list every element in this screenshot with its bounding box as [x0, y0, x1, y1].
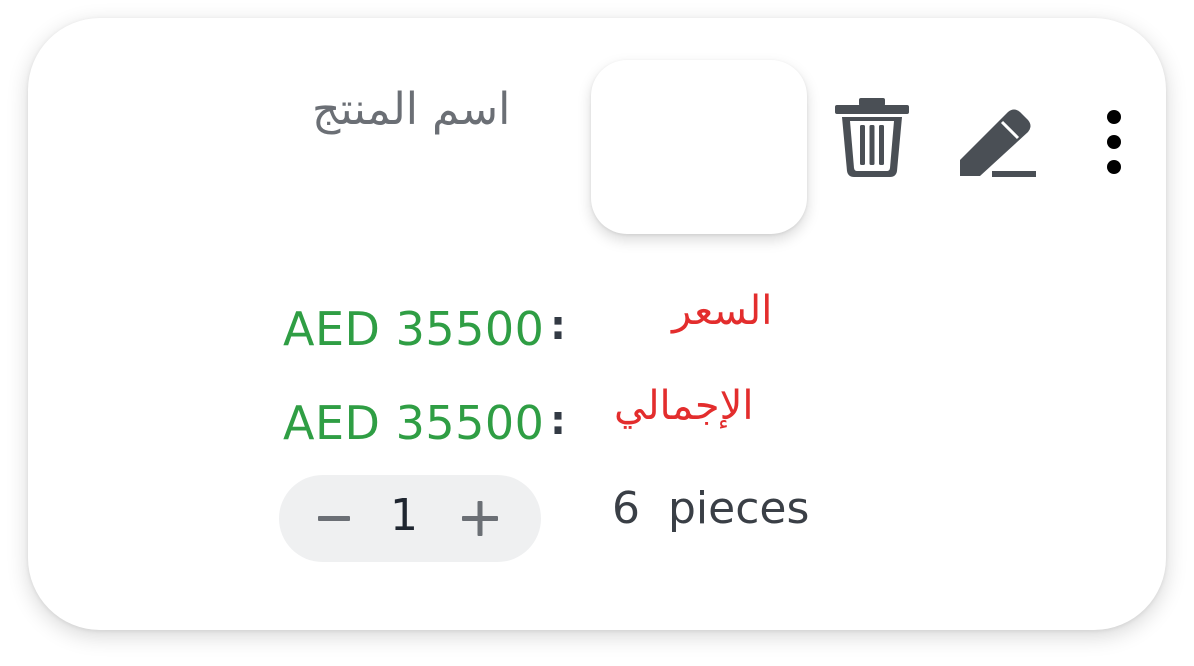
minus-icon[interactable]	[307, 491, 361, 545]
product-name: اسم المنتج	[312, 84, 511, 135]
price-label: السعر	[672, 288, 773, 334]
price-separator: :	[550, 303, 566, 349]
total-label: الإجمالي	[614, 383, 754, 429]
stock-unit: pieces	[667, 483, 810, 534]
total-value: AED 35500	[283, 396, 545, 450]
trash-icon[interactable]	[833, 95, 911, 179]
product-image[interactable]	[591, 60, 807, 234]
quantity-value: 1	[390, 490, 418, 541]
plus-icon[interactable]	[453, 491, 507, 545]
stock-number: 6	[612, 483, 640, 534]
total-separator: :	[550, 398, 566, 444]
quantity-stepper: 1	[279, 475, 541, 562]
more-vertical-icon[interactable]	[1100, 106, 1128, 178]
stock-count: 6 pieces	[612, 483, 809, 534]
pencil-icon[interactable]	[958, 108, 1038, 178]
price-value: AED 35500	[283, 302, 545, 356]
